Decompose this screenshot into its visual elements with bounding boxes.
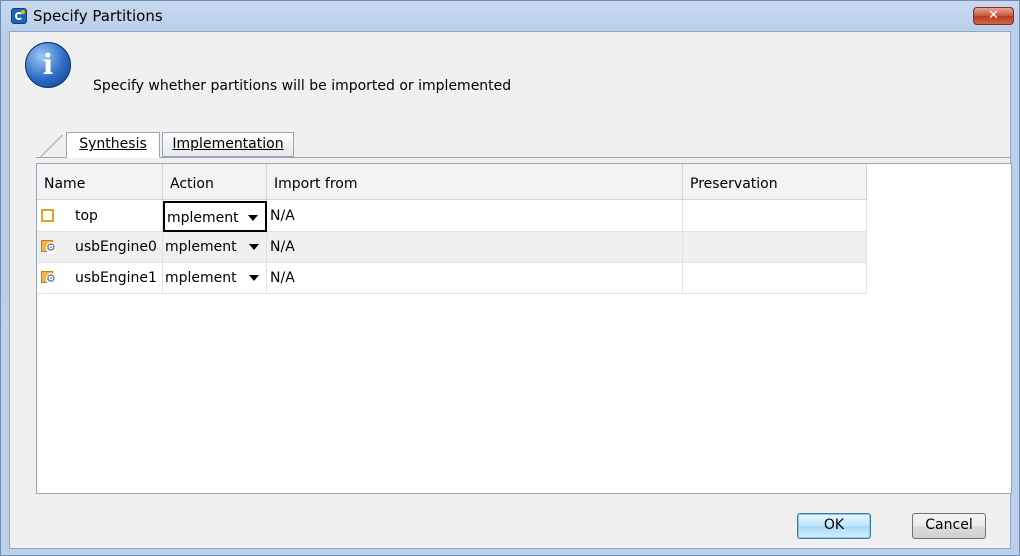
- table-row[interactable]: usbEngine1 mplement N/A: [37, 263, 867, 294]
- preservation-cell[interactable]: [683, 201, 867, 232]
- column-header-preservation[interactable]: Preservation: [683, 164, 867, 200]
- column-header-import-from[interactable]: Import from: [267, 164, 683, 200]
- table-row[interactable]: top mplement N/A: [37, 201, 867, 232]
- window-title: Specify Partitions: [33, 7, 163, 25]
- column-header-name[interactable]: Name: [37, 164, 163, 200]
- partition-name: top: [75, 208, 98, 224]
- action-value: mplement: [167, 210, 239, 226]
- chevron-down-icon[interactable]: [249, 275, 259, 281]
- preservation-cell[interactable]: [683, 232, 867, 263]
- import-from-cell[interactable]: N/A: [267, 232, 683, 263]
- import-from-cell[interactable]: N/A: [267, 263, 683, 294]
- partition-name: usbEngine1: [75, 270, 157, 286]
- action-dropdown[interactable]: mplement: [163, 201, 267, 232]
- info-icon: i: [25, 42, 71, 88]
- partitions-table[interactable]: Name Action Import from Preservation top…: [36, 163, 1012, 494]
- close-button[interactable]: ✕: [973, 7, 1014, 25]
- table-row[interactable]: usbEngine0 mplement N/A: [37, 232, 867, 263]
- tab-synthesis-label: Synthesis: [79, 136, 147, 152]
- tab-strip-edge: [36, 134, 68, 158]
- tab-implementation-label: Implementation: [172, 136, 284, 152]
- name-cell[interactable]: usbEngine0: [37, 232, 163, 263]
- submodule-icon: [41, 240, 56, 254]
- app-icon: [11, 8, 27, 24]
- action-dropdown[interactable]: mplement: [163, 232, 267, 263]
- partition-icon: [41, 209, 54, 222]
- name-cell[interactable]: usbEngine1: [37, 263, 163, 294]
- title-bar[interactable]: Specify Partitions ✕: [1, 1, 1019, 31]
- tab-implementation[interactable]: Implementation: [162, 132, 294, 157]
- action-dropdown[interactable]: mplement: [163, 263, 267, 294]
- submodule-icon: [41, 271, 56, 285]
- cancel-button[interactable]: Cancel: [912, 513, 986, 539]
- dialog-message: Specify whether partitions will be impor…: [93, 78, 512, 94]
- preservation-cell[interactable]: [683, 263, 867, 294]
- chevron-down-icon[interactable]: [248, 215, 258, 221]
- action-value: mplement: [165, 239, 237, 255]
- import-from-cell[interactable]: N/A: [267, 201, 683, 232]
- tab-synthesis[interactable]: Synthesis: [66, 132, 160, 158]
- partition-name: usbEngine0: [75, 239, 157, 255]
- column-header-action[interactable]: Action: [163, 164, 267, 200]
- action-value: mplement: [165, 270, 237, 286]
- ok-button[interactable]: OK: [797, 513, 871, 539]
- name-cell[interactable]: top: [37, 201, 163, 232]
- chevron-down-icon[interactable]: [249, 244, 259, 250]
- tab-strip-divider: [36, 157, 1011, 158]
